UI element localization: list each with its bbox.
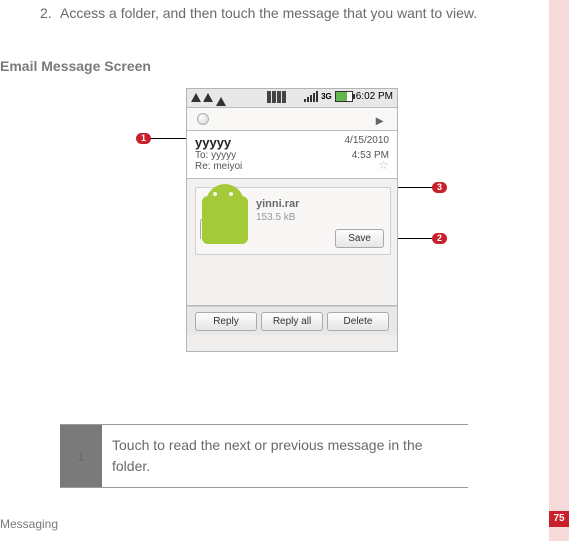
warning-icon xyxy=(216,97,226,106)
table-row-text: Touch to read the next or previous messa… xyxy=(102,425,468,488)
side-bar xyxy=(549,0,569,541)
message-header: yyyyy 4/15/2010 To: yyyyy 4:53 PM Re: me… xyxy=(187,131,397,179)
warning-icon xyxy=(191,93,201,102)
bottom-toolbar: Reply Reply all Delete xyxy=(187,306,397,335)
reply-button[interactable]: Reply xyxy=(195,312,257,331)
callout-2: 2 xyxy=(432,233,447,244)
step-number: 2. xyxy=(40,2,60,24)
subject-label: Re: xyxy=(195,161,211,172)
step-text: Access a folder, and then touch the mess… xyxy=(60,2,520,24)
attachment-size: 153.5 kB xyxy=(256,212,295,223)
section-title: Email Message Screen xyxy=(0,58,151,74)
table-row: 1 Touch to read the next or previous mes… xyxy=(60,425,468,488)
attachment-box: yinni.rar 153.5 kB Save xyxy=(195,187,391,255)
status-center-icons xyxy=(267,91,286,103)
to-value: yyyyy xyxy=(211,150,236,161)
subject-value: meiyoi xyxy=(213,161,242,172)
phone-screenshot: 3G 6:02 PM ▸ yyyyy 4/15/2010 To: yyyyy xyxy=(186,88,398,352)
page-number: 75 xyxy=(549,511,569,527)
warning-icon xyxy=(203,93,213,102)
reply-all-button[interactable]: Reply all xyxy=(261,312,323,331)
callout-3: 3 xyxy=(432,182,447,193)
battery-icon xyxy=(335,91,353,102)
message-date: 4/15/2010 xyxy=(345,135,390,150)
callout-1: 1 xyxy=(136,133,151,144)
table-row-number: 1 xyxy=(60,425,102,488)
status-bar: 3G 6:02 PM xyxy=(187,89,397,108)
next-message-arrow-icon[interactable]: ▸ xyxy=(376,112,383,129)
nav-row[interactable]: ▸ xyxy=(187,108,397,131)
from-value: yyyyy xyxy=(195,135,231,150)
footer-text: Messaging xyxy=(0,517,58,531)
attachment-name: yinni.rar xyxy=(256,198,299,210)
star-icon[interactable]: ☆ xyxy=(378,158,389,172)
figure: 1 3 2 3G 6:02 PM xyxy=(136,88,448,378)
message-body: yinni.rar 153.5 kB Save xyxy=(187,179,397,306)
save-button[interactable]: Save xyxy=(335,229,384,248)
delete-button[interactable]: Delete xyxy=(327,312,389,331)
network-3g-icon: 3G xyxy=(321,92,332,101)
to-label: To: xyxy=(195,150,208,161)
prev-message-dot[interactable] xyxy=(197,113,209,125)
signal-icon xyxy=(304,91,318,102)
status-time: 6:02 PM xyxy=(356,91,393,102)
callout-table: 1 Touch to read the next or previous mes… xyxy=(60,424,468,488)
android-icon xyxy=(202,196,248,244)
